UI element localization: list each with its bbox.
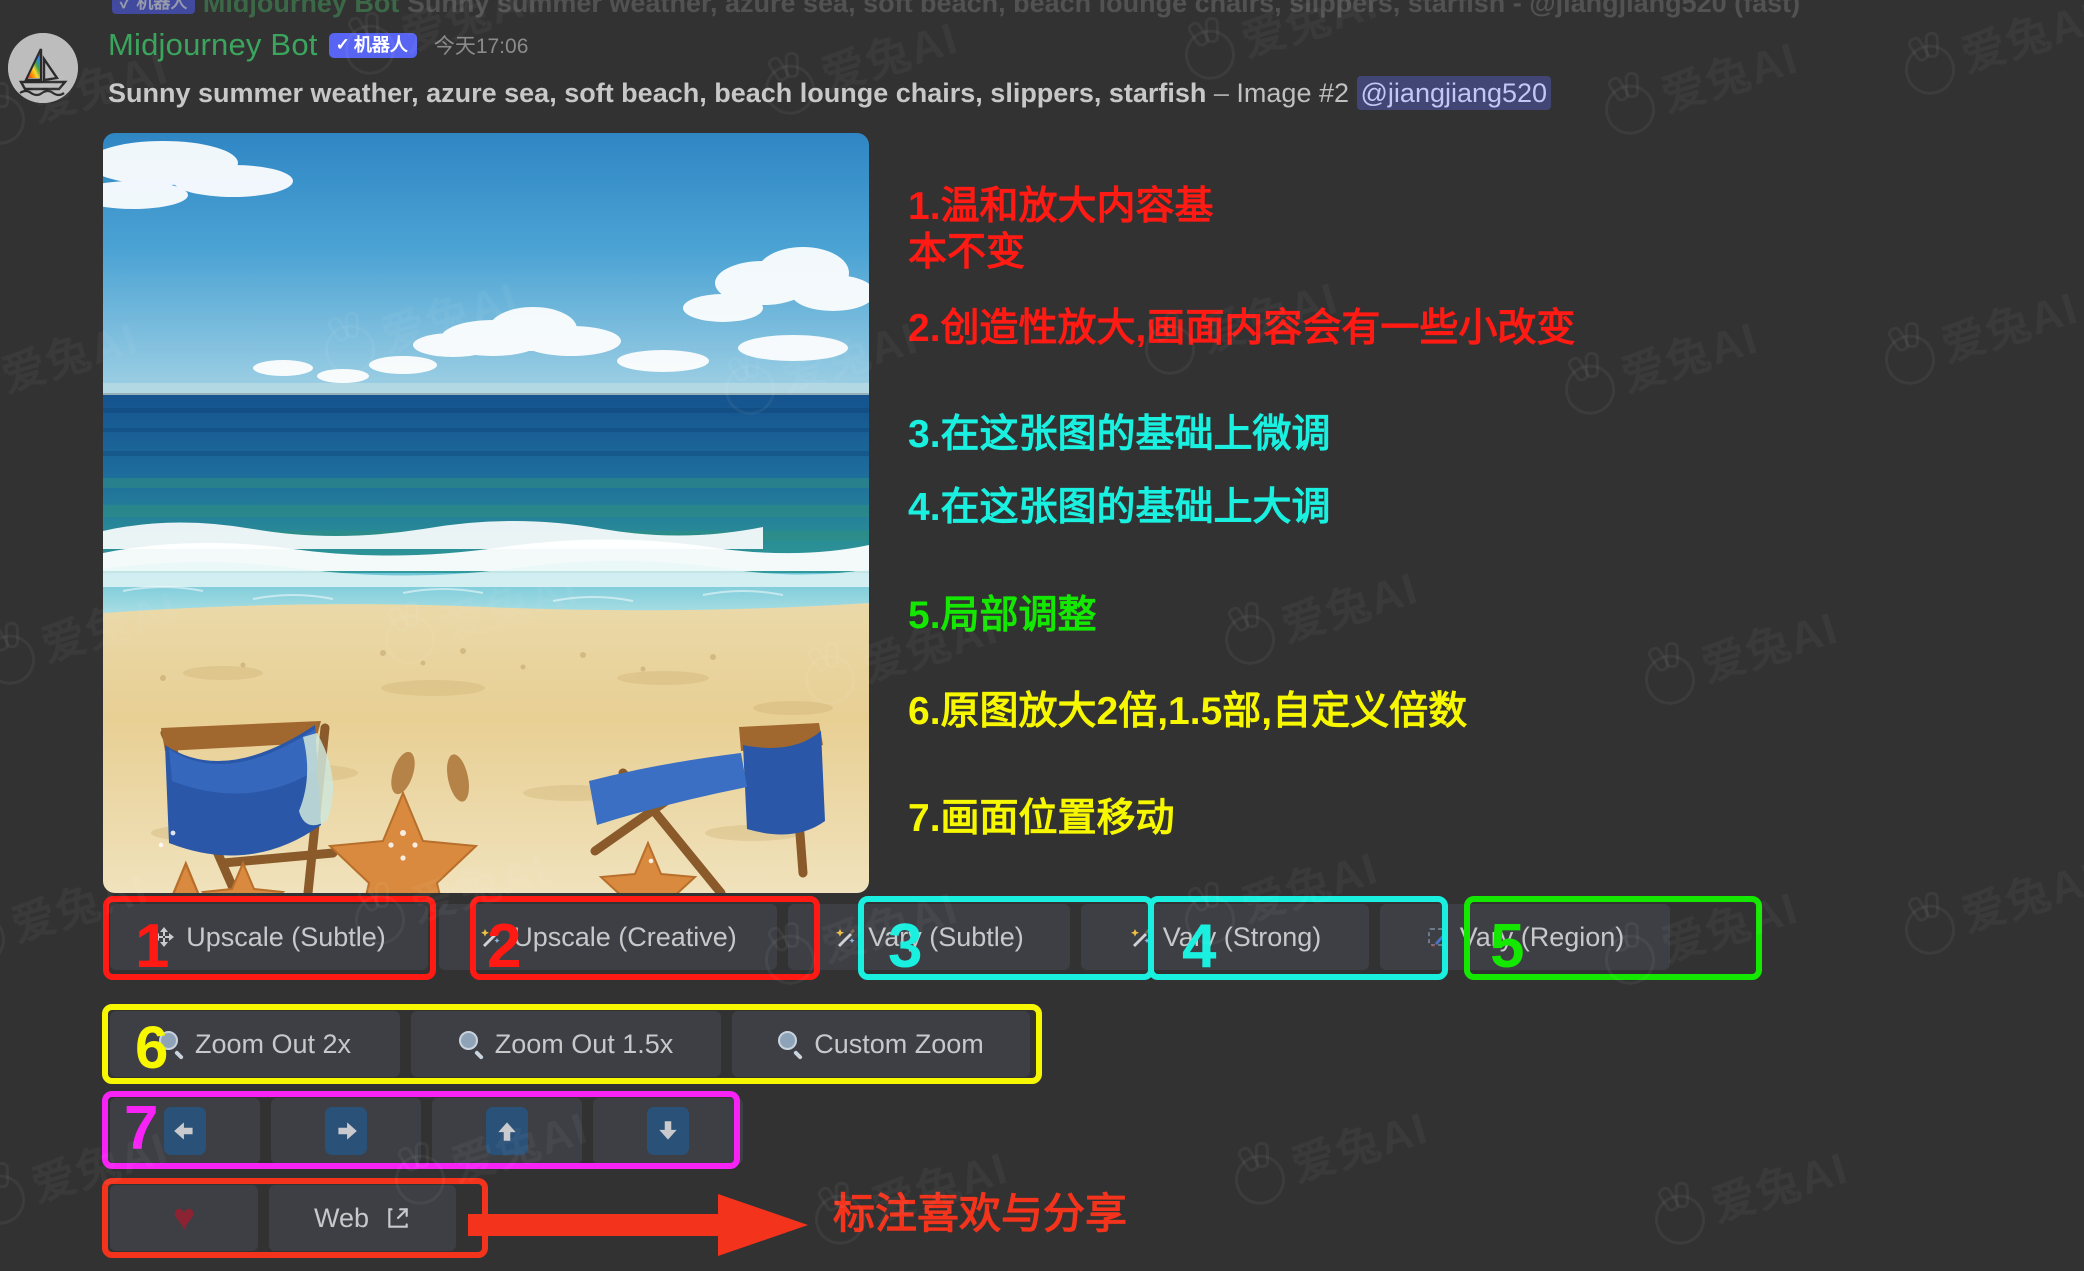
pan-down-button[interactable] [593, 1098, 743, 1164]
vary-strong-button[interactable]: Vary (Strong) [1081, 904, 1369, 970]
marker-2: 2 [487, 912, 522, 981]
pan-up-button[interactable] [432, 1098, 582, 1164]
zoom-out-1-5x-label: Zoom Out 1.5x [494, 1028, 674, 1059]
action-row-pan [110, 1098, 743, 1164]
discord-message-screenshot: ✓ 机器人 Midjourney Bot Sunny summer weathe… [0, 0, 2084, 1271]
marker-7: 7 [124, 1094, 159, 1163]
vary-region-button[interactable]: Vary (Region) [1380, 904, 1670, 970]
zoom-out-1-5x-button[interactable]: Zoom Out 1.5x [411, 1011, 721, 1077]
annotation-2: 2.创造性放大,画面内容会有一些小改变 [908, 307, 1576, 350]
magnifier-icon [458, 1031, 485, 1060]
check-icon: ✓ [335, 35, 350, 54]
marker-3: 3 [888, 912, 923, 981]
previous-message-ghost-line: ✓ 机器人 Midjourney Bot Sunny summer weathe… [112, 0, 1800, 19]
arrow-down-icon [647, 1107, 689, 1155]
heart-icon: ♥ [172, 1197, 196, 1239]
bot-badge: ✓ 机器人 [328, 32, 417, 58]
annotation-5: 5.局部调整 [908, 594, 1097, 637]
generated-image[interactable] [103, 133, 869, 893]
pointer-arrow-icon [468, 1190, 808, 1265]
marker-5: 5 [1490, 912, 1525, 981]
vary-subtle-button[interactable]: Vary (Subtle) [788, 904, 1070, 970]
sparkle-wand-icon [1129, 925, 1153, 949]
sailboat-icon [8, 33, 78, 103]
ghost-suffix: - @jiangjiang520 (fast) [1512, 0, 1801, 18]
message-username[interactable]: Midjourney Bot [108, 27, 318, 63]
annotation-8: 标注喜欢与分享 [833, 1190, 1128, 1237]
annotation-4: 4.在这张图的基础上大调 [908, 486, 1331, 529]
prompt-dash: – [1206, 78, 1237, 108]
marker-6: 6 [135, 1014, 169, 1081]
region-select-icon [1426, 925, 1450, 949]
arrow-left-icon [164, 1107, 206, 1155]
vary-region-label: Vary (Region) [1459, 921, 1625, 952]
zoom-out-2x-label: Zoom Out 2x [194, 1028, 352, 1059]
annotation-6: 6.原图放大2倍,1.5部,自定义倍数 [908, 690, 1468, 733]
message-timestamp: 今天17:06 [433, 35, 529, 58]
user-mention[interactable]: @jiangjiang520 [1356, 76, 1552, 110]
external-link-icon [385, 1205, 411, 1231]
web-button[interactable]: Web [269, 1185, 456, 1251]
avatar[interactable] [8, 33, 78, 103]
magnifier-icon [778, 1031, 804, 1060]
custom-zoom-button[interactable]: Custom Zoom [732, 1011, 1030, 1077]
favorite-button[interactable]: ♥ [110, 1185, 258, 1251]
prompt-line: Sunny summer weather, azure sea, soft be… [108, 76, 1552, 110]
annotation-1: 1.温和放大内容基 本不变 [908, 185, 1214, 275]
arrow-up-icon [486, 1107, 528, 1155]
action-row-zoom: Zoom Out 2x Zoom Out 1.5x Custom Zoom [110, 1011, 1030, 1077]
ghost-prompt: Sunny summer weather, azure sea, soft be… [406, 0, 1506, 18]
ghost-bot-badge: ✓ 机器人 [112, 0, 196, 14]
upscale-creative-label: Upscale (Creative) [513, 921, 737, 952]
ghost-username: Midjourney Bot [202, 0, 400, 18]
annotation-3: 3.在这张图的基础上微调 [908, 413, 1331, 456]
upscale-subtle-label: Upscale (Subtle) [186, 921, 386, 952]
prompt-text: Sunny summer weather, azure sea, soft be… [108, 78, 1207, 108]
pan-right-button[interactable] [271, 1098, 421, 1164]
custom-zoom-label: Custom Zoom [814, 1028, 984, 1059]
arrow-right-icon [325, 1107, 367, 1155]
sparkle-wand-icon [834, 925, 858, 949]
message-header: Midjourney Bot ✓ 机器人 今天17:06 [108, 27, 528, 63]
marker-1: 1 [135, 912, 170, 981]
image-index-label: Image #2 [1236, 78, 1349, 108]
bot-badge-label: 机器人 [353, 34, 408, 55]
web-label: Web [313, 1202, 370, 1233]
action-row-favorite-web: ♥ Web [110, 1185, 456, 1251]
annotation-7: 7.画面位置移动 [908, 797, 1175, 840]
marker-4: 4 [1182, 912, 1217, 981]
